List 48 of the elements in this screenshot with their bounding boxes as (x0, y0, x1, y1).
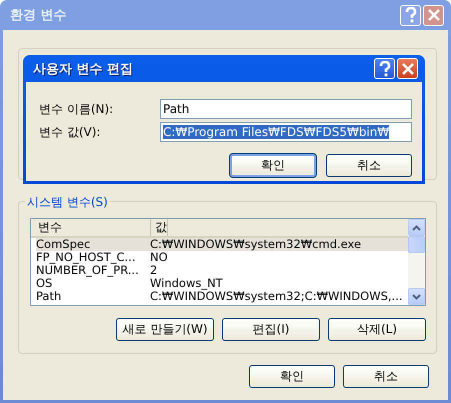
scroll-up-button[interactable] (408, 219, 425, 236)
variable-value: C:₩WINDOWS₩system32₩cmd.exe (149, 238, 362, 251)
variable-name: NUMBER_OF_PR... (36, 264, 140, 277)
close-icon (400, 62, 414, 76)
list-row[interactable]: Path C:₩WINDOWS₩system32;C:₩WINDOWS,... (36, 290, 408, 303)
variable-name: FP_NO_HOST_C... (36, 251, 136, 264)
close-button[interactable] (397, 58, 418, 79)
column-header[interactable]: 값 (151, 219, 168, 236)
dialog-button[interactable]: 취소 (343, 365, 429, 388)
list-row[interactable]: NUMBER_OF_PR... 2 (36, 264, 408, 277)
list-action-button[interactable]: 새로 만들기(W) (116, 318, 214, 341)
field-label: 변수 이름(N): (39, 100, 114, 118)
column-header[interactable]: 변수 (31, 219, 151, 236)
close-button[interactable] (423, 4, 444, 26)
variable-value: Windows_NT (149, 277, 223, 290)
input-field[interactable]: C:₩Program Files₩FDS₩FDS5₩bin₩ (160, 122, 412, 142)
list-row[interactable]: OS Windows_NT (36, 277, 408, 290)
dialog-button[interactable]: 취소 (326, 154, 412, 177)
chevron-down-icon (412, 294, 421, 300)
variable-name: Path (36, 290, 62, 303)
dialog-title: 사용자 변수 편집 (33, 60, 134, 78)
input-field[interactable]: Path (160, 99, 412, 119)
field-value: C:₩Program Files₩FDS₩FDS5₩bin₩ (163, 125, 390, 139)
scroll-bar[interactable] (408, 219, 425, 305)
list-action-button[interactable]: 삭제(L) (328, 318, 426, 341)
chevron-up-icon (412, 224, 421, 230)
dialog-button[interactable]: 확인 (249, 365, 335, 388)
list-row[interactable]: FP_NO_HOST_C... NO (36, 251, 408, 264)
help-icon (404, 7, 418, 23)
scroll-down-button[interactable] (408, 288, 425, 305)
field-label: 변수 값(V): (39, 124, 102, 140)
scroll-thumb[interactable] (408, 236, 425, 253)
help-button[interactable] (374, 58, 395, 79)
variable-list[interactable]: 변수 값 ComSpec C:₩WINDOWS₩system32₩cmd.exe FP_NO_HOST_C... NO NUMBER_OF_PR... 2 OS Windows_NT Path C:₩WINDOWS₩system32;C:₩WINDOWS,... (30, 218, 426, 306)
variable-name: OS (36, 277, 52, 290)
field-value: Path (163, 102, 190, 116)
list-action-button[interactable]: 편집(I) (222, 318, 320, 341)
variable-name: ComSpec (36, 238, 92, 251)
dialog-button[interactable]: 확인 (230, 154, 316, 177)
variable-value: C:₩WINDOWS₩system32;C:₩WINDOWS,... (149, 290, 403, 303)
close-icon (426, 8, 440, 22)
help-button[interactable] (400, 4, 421, 26)
list-row[interactable]: ComSpec C:₩WINDOWS₩system32₩cmd.exe (36, 238, 408, 251)
window-title: 환경 변수 (10, 7, 67, 24)
help-icon (378, 60, 392, 76)
group-title: 시스템 변수(S) (25, 194, 110, 211)
variable-value: NO (149, 251, 168, 264)
variable-value: 2 (149, 264, 158, 277)
